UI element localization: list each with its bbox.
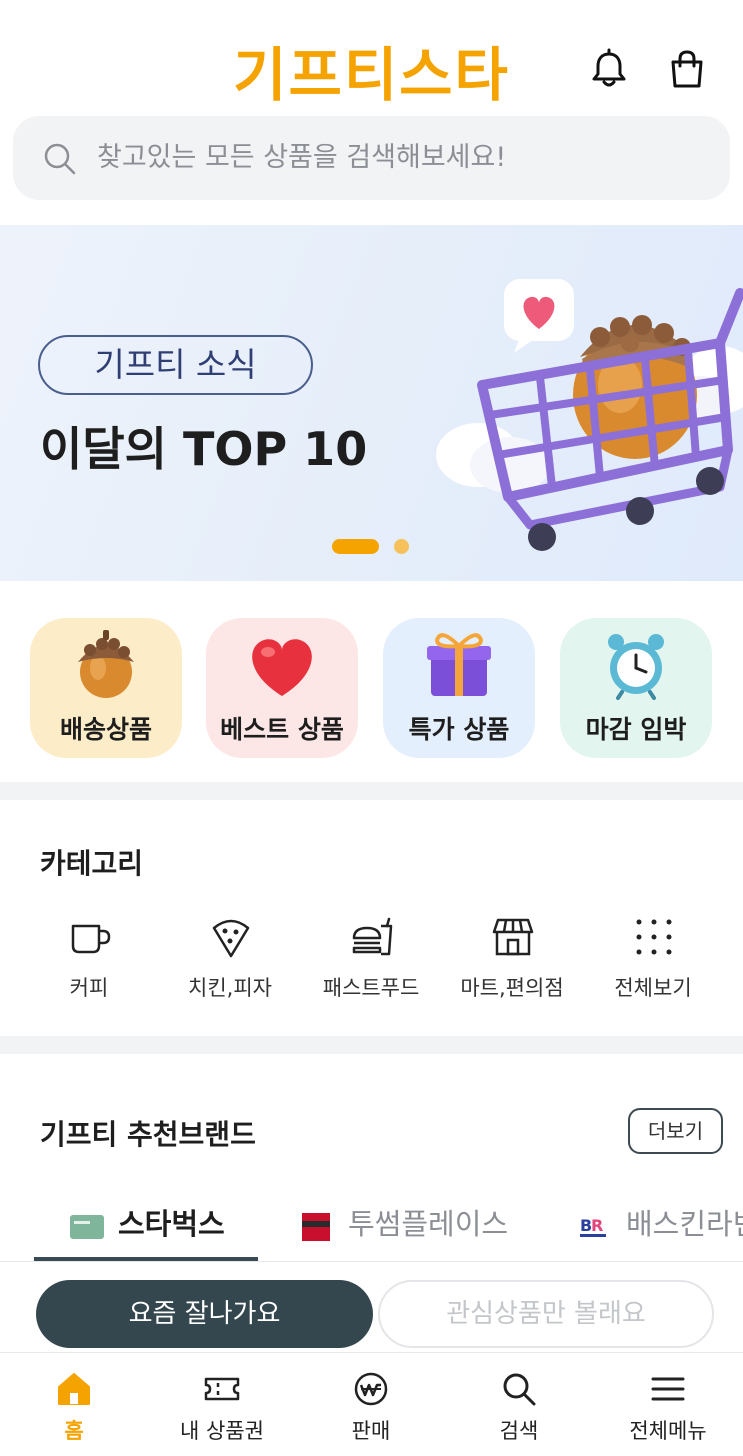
brand-tab-twosome[interactable]: 투썸플레이스 bbox=[300, 1195, 530, 1255]
tile-label: 특가 상품 bbox=[408, 715, 510, 744]
nav-label: 검색 bbox=[499, 1419, 539, 1443]
nav-label: 판매 bbox=[351, 1419, 391, 1443]
brand-tabs: 스타벅스 투썸플레이스 B R 배스킨라빈스 bbox=[0, 1195, 743, 1263]
tile-label: 배송상품 bbox=[59, 715, 152, 744]
pagination-dot-active[interactable] bbox=[332, 539, 379, 554]
gift-box-icon bbox=[427, 633, 491, 696]
category-label: 마트,편의점 bbox=[460, 976, 564, 1000]
segment-trending[interactable]: 요즘 잘나가요 bbox=[36, 1280, 373, 1348]
brand-tab-label: 스타벅스 bbox=[118, 1207, 225, 1241]
tile-label: 베스트 상품 bbox=[220, 715, 344, 744]
category-label: 커피 bbox=[69, 976, 109, 1000]
baskin-robbins-logo-icon: B R bbox=[580, 1216, 606, 1237]
starbucks-card-icon bbox=[70, 1215, 104, 1239]
category-item-fastfood[interactable]: 패스트푸드 bbox=[296, 916, 446, 1006]
category-item-all[interactable]: 전체보기 bbox=[578, 916, 728, 1006]
nav-label: 전체메뉴 bbox=[629, 1419, 707, 1443]
category-item-mart[interactable]: 마트,편의점 bbox=[437, 916, 587, 1006]
won-coin-icon bbox=[354, 1372, 388, 1406]
brand-tab-starbucks[interactable]: 스타벅스 bbox=[70, 1195, 260, 1255]
search-bar[interactable]: 찾고있는 모든 상품을 검색해보세요! bbox=[13, 116, 730, 200]
nav-label: 홈 bbox=[64, 1419, 84, 1443]
bottom-navigation: 홈 내 상품권 판매 검색 전체메뉴 bbox=[0, 1352, 743, 1456]
svg-text:R: R bbox=[591, 1216, 603, 1235]
tile-special-price[interactable]: 특가 상품 bbox=[383, 618, 535, 758]
category-label: 전체보기 bbox=[614, 976, 692, 1000]
promo-banner[interactable]: 기프티 소식 이달의 TOP 10 bbox=[0, 225, 743, 581]
active-tab-indicator bbox=[34, 1257, 258, 1261]
tile-delivery[interactable]: 배송상품 bbox=[30, 618, 182, 758]
bell-icon[interactable] bbox=[588, 48, 630, 90]
store-icon bbox=[492, 918, 534, 956]
search-icon bbox=[503, 1373, 536, 1406]
twosome-logo-icon bbox=[302, 1213, 330, 1241]
app-logo[interactable]: 기프티스타 bbox=[0, 28, 743, 112]
more-button[interactable]: 더보기 bbox=[628, 1108, 723, 1154]
nav-my-vouchers[interactable]: 내 상품권 bbox=[148, 1353, 296, 1456]
quick-menu: 배송상품 베스트 상품 특가 상품 마감 임박 bbox=[0, 618, 743, 760]
brand-tab-label: 투썸플레이스 bbox=[348, 1207, 509, 1241]
tile-best[interactable]: 베스트 상품 bbox=[206, 618, 358, 758]
banner-title: 이달의 TOP 10 bbox=[40, 422, 368, 476]
nav-search[interactable]: 검색 bbox=[445, 1353, 593, 1456]
nav-label: 내 상품권 bbox=[180, 1419, 264, 1443]
alarm-clock-icon bbox=[608, 634, 664, 700]
tile-label: 마감 임박 bbox=[585, 715, 687, 744]
heart-icon bbox=[252, 639, 312, 696]
nav-sell[interactable]: 판매 bbox=[297, 1353, 445, 1456]
shopping-cart-acorn-illustration bbox=[436, 279, 743, 551]
brand-tab-label: 배스킨라빈스 bbox=[626, 1207, 743, 1241]
section-divider bbox=[0, 782, 743, 800]
brands-section-title: 기프티 추천브랜드 bbox=[40, 1118, 256, 1151]
category-item-coffee[interactable]: 커피 bbox=[14, 916, 164, 1006]
search-input[interactable]: 찾고있는 모든 상품을 검색해보세요! bbox=[97, 116, 697, 200]
grid-dots-icon bbox=[636, 919, 672, 955]
pagination-dot[interactable] bbox=[394, 539, 409, 554]
ticket-icon bbox=[204, 1377, 240, 1401]
section-divider bbox=[0, 1036, 743, 1054]
app-header: 기프티스타 bbox=[0, 0, 743, 110]
category-label: 치킨,피자 bbox=[188, 976, 272, 1000]
category-label: 패스트푸드 bbox=[322, 976, 420, 1000]
category-item-chicken-pizza[interactable]: 치킨,피자 bbox=[155, 916, 305, 1006]
nav-home[interactable]: 홈 bbox=[0, 1353, 148, 1456]
hamburger-menu-icon bbox=[651, 1377, 685, 1401]
pizza-slice-icon bbox=[212, 919, 250, 958]
tab-baseline bbox=[0, 1261, 743, 1262]
tile-closing-soon[interactable]: 마감 임박 bbox=[560, 618, 712, 758]
brand-tab-baskin[interactable]: B R 배스킨라빈스 bbox=[578, 1195, 743, 1255]
coffee-cup-icon bbox=[71, 924, 111, 954]
burger-drink-icon bbox=[352, 917, 393, 956]
segment-favorites[interactable]: 관심상품만 볼래요 bbox=[378, 1280, 714, 1348]
acorn-icon bbox=[78, 630, 134, 698]
nav-all-menu[interactable]: 전체메뉴 bbox=[594, 1353, 742, 1456]
home-icon bbox=[58, 1373, 90, 1405]
search-icon bbox=[44, 143, 76, 175]
category-section-title: 카테고리 bbox=[40, 847, 144, 880]
banner-tag: 기프티 소식 bbox=[38, 335, 313, 395]
shopping-bag-icon[interactable] bbox=[666, 48, 708, 90]
